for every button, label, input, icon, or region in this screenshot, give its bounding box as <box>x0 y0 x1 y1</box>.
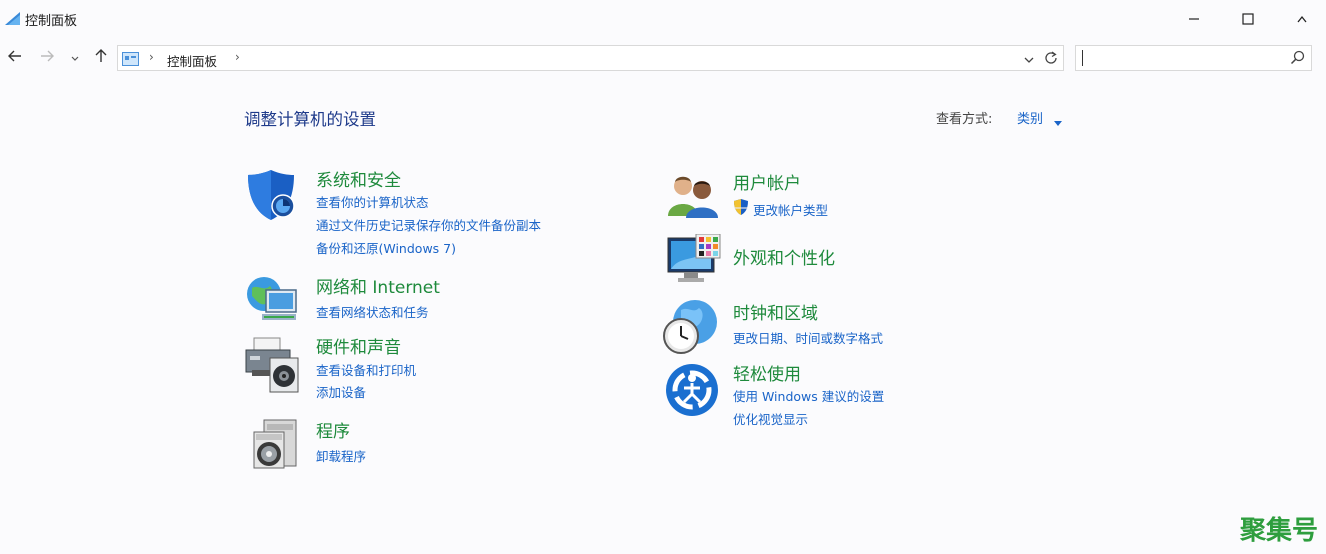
category-hardware-sound-title[interactable]: 硬件和声音 <box>316 333 401 358</box>
search-input[interactable] <box>1075 45 1312 71</box>
search-icon[interactable] <box>1290 50 1306 70</box>
link-view-computer-status[interactable]: 查看你的计算机状态 <box>316 192 429 211</box>
clock-globe-icon[interactable] <box>663 298 719 360</box>
view-by-label: 查看方式: <box>936 112 993 127</box>
category-appearance-title[interactable]: 外观和个性化 <box>733 244 835 269</box>
address-bar[interactable]: › 控制面板 › <box>117 45 1064 71</box>
programs-disc-icon[interactable] <box>250 418 300 476</box>
recent-locations-button[interactable] <box>66 46 84 68</box>
category-ease-of-access-title[interactable]: 轻松使用 <box>733 360 801 385</box>
link-add-device[interactable]: 添加设备 <box>316 382 366 401</box>
shield-icon[interactable] <box>246 168 296 226</box>
page-title: 调整计算机的设置 <box>244 110 376 129</box>
close-button[interactable] <box>1279 0 1325 38</box>
refresh-button[interactable] <box>1040 48 1062 68</box>
forward-button[interactable] <box>37 46 59 68</box>
link-devices-printers[interactable]: 查看设备和打印机 <box>316 360 416 379</box>
minimize-button[interactable] <box>1171 0 1217 38</box>
monitor-palette-icon[interactable] <box>666 233 722 290</box>
link-uninstall-program[interactable]: 卸载程序 <box>316 446 366 465</box>
maximize-button[interactable] <box>1225 0 1271 38</box>
up-arrow-icon <box>94 47 108 67</box>
control-panel-small-icon <box>122 51 139 66</box>
back-button[interactable] <box>3 46 25 68</box>
view-by-dropdown[interactable]: 类别 <box>1017 108 1043 127</box>
minimize-icon <box>1188 10 1200 29</box>
network-globe-icon[interactable] <box>244 270 300 330</box>
view-by-arrow-icon[interactable] <box>1054 112 1062 131</box>
refresh-icon <box>1044 49 1058 68</box>
link-network-status-tasks[interactable]: 查看网络状态和任务 <box>316 302 429 321</box>
title-bar: 控制面板 <box>0 0 1326 40</box>
watermark: 聚集号 <box>1240 516 1319 546</box>
navigation-bar: › 控制面板 › <box>0 42 1326 74</box>
breadcrumb-separator-icon: › <box>149 50 154 64</box>
category-programs-title[interactable]: 程序 <box>316 417 350 442</box>
category-system-security-title[interactable]: 系统和安全 <box>316 166 401 191</box>
window-title: 控制面板 <box>25 14 78 29</box>
address-dropdown-icon[interactable] <box>1023 51 1035 70</box>
forward-arrow-icon <box>40 48 56 67</box>
breadcrumb-chevron-icon[interactable]: › <box>235 50 240 64</box>
chevron-down-icon <box>70 48 80 67</box>
link-windows-recommended-settings[interactable]: 使用 Windows 建议的设置 <box>733 386 884 405</box>
link-change-account-type[interactable]: 更改帐户类型 <box>753 200 828 219</box>
text-caret <box>1082 50 1083 66</box>
up-button[interactable] <box>90 46 112 68</box>
maximize-icon <box>1242 10 1254 29</box>
link-backup-restore[interactable]: 备份和还原(Windows 7) <box>316 238 456 257</box>
uac-shield-icon <box>733 198 749 220</box>
users-icon[interactable] <box>666 172 720 224</box>
link-change-date-time-format[interactable]: 更改日期、时间或数字格式 <box>733 328 883 347</box>
close-icon <box>1296 10 1308 29</box>
link-file-history-backup[interactable]: 通过文件历史记录保存你的文件备份副本 <box>316 215 541 234</box>
control-panel-icon <box>4 10 22 26</box>
link-optimize-visual-display[interactable]: 优化视觉显示 <box>733 409 808 428</box>
category-user-accounts-title[interactable]: 用户帐户 <box>733 169 801 194</box>
back-arrow-icon <box>6 48 22 67</box>
printer-speaker-icon[interactable] <box>244 336 302 398</box>
ease-of-access-icon[interactable] <box>664 362 720 422</box>
breadcrumb-item[interactable]: 控制面板 <box>167 51 217 70</box>
category-network-internet-title[interactable]: 网络和 Internet <box>316 273 440 298</box>
category-clock-region-title[interactable]: 时钟和区域 <box>733 299 818 324</box>
